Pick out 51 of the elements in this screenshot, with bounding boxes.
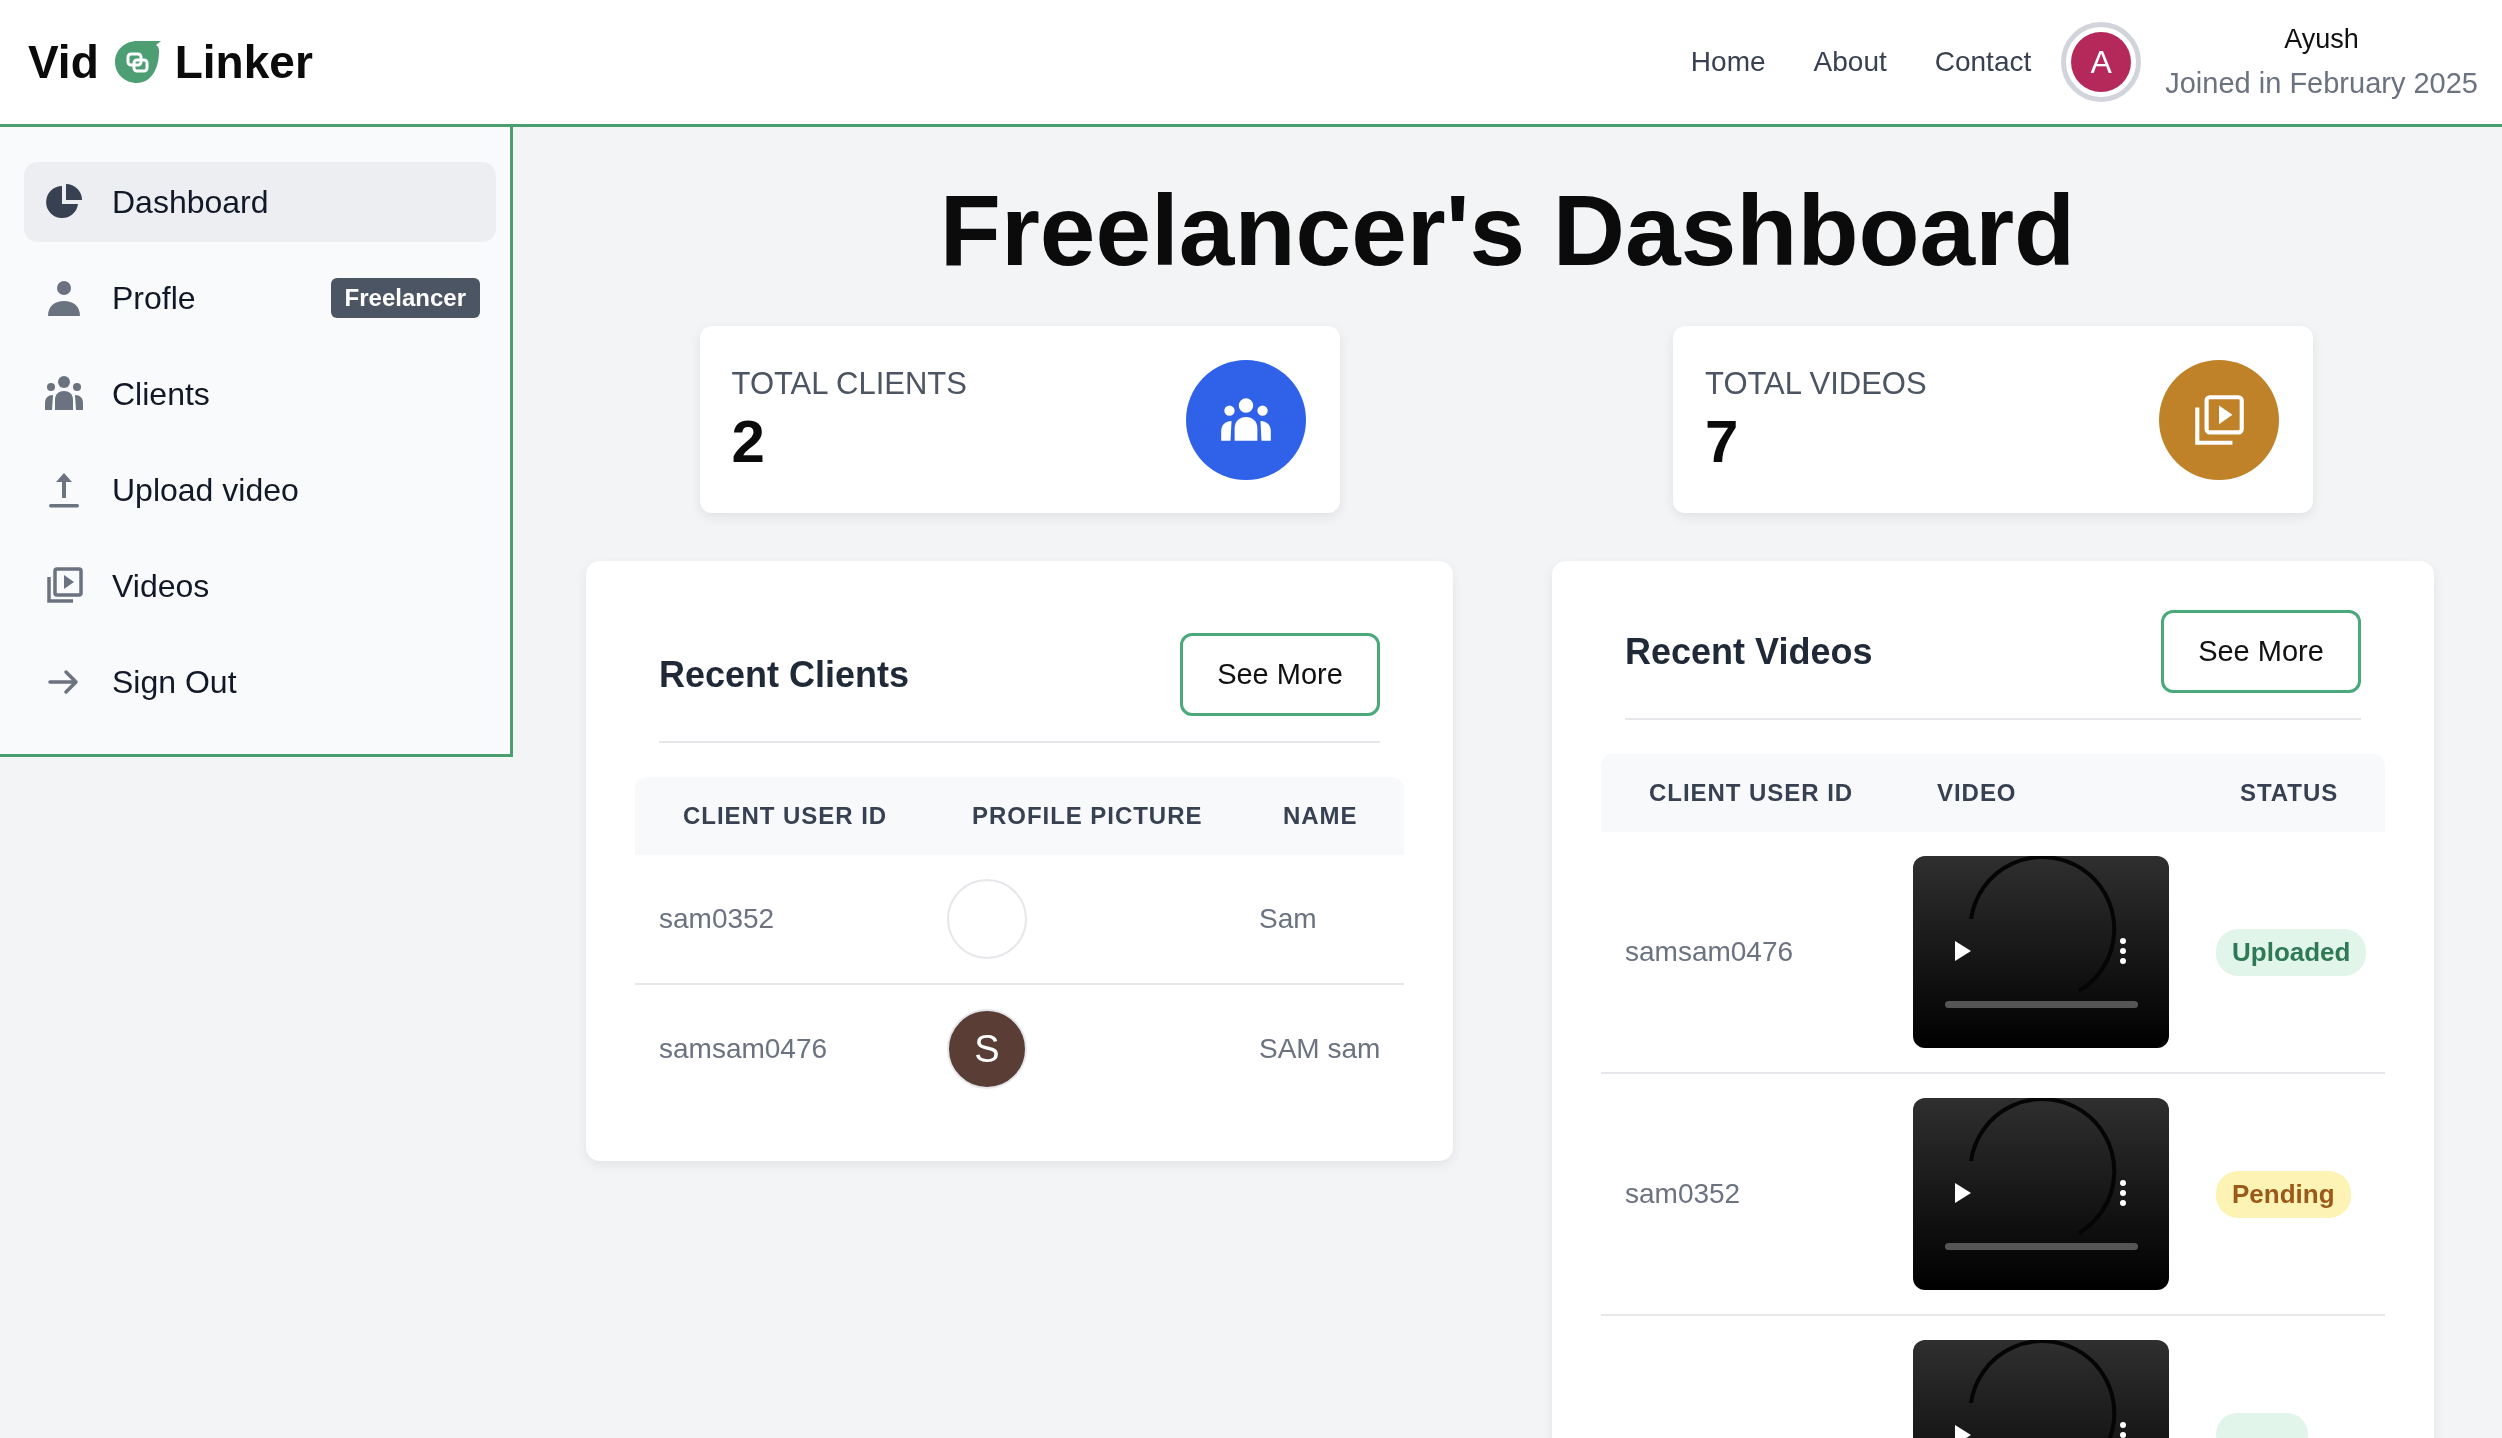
loading-spinner-icon bbox=[1969, 1340, 2117, 1438]
table-cell-text: samsam0476 bbox=[1624, 936, 1795, 968]
loading-spinner-icon bbox=[1969, 856, 2117, 993]
nav-link[interactable]: Contact bbox=[1934, 46, 2032, 78]
stat-label: TOTAL VIDEOS bbox=[1705, 365, 1928, 402]
card-title: Recent Videos bbox=[1625, 630, 1873, 673]
stat-value: 7 bbox=[1705, 409, 1740, 474]
joined-date: Joined in February 2025 bbox=[2165, 67, 2478, 100]
user-avatar[interactable]: A bbox=[2071, 32, 2132, 92]
table-cell-text: sam0352 bbox=[1624, 1178, 1742, 1210]
column-header: STATUS bbox=[2239, 779, 2340, 807]
card-title: Recent Clients bbox=[659, 653, 910, 696]
loading-spinner-icon bbox=[1969, 1098, 2117, 1235]
table-cell-text: sam0352 bbox=[658, 903, 776, 935]
sidebar-item[interactable]: Upload video bbox=[24, 450, 496, 530]
status-badge: Pending bbox=[2216, 1170, 2351, 1218]
see-more-button[interactable]: See More bbox=[2161, 610, 2361, 693]
nav-link[interactable]: About bbox=[1813, 46, 1887, 78]
column-header: CLIENT USER ID bbox=[1648, 779, 1855, 807]
status-badge: Uploaded bbox=[2216, 928, 2367, 976]
column-header: VIDEO bbox=[1936, 779, 2018, 807]
play-button[interactable] bbox=[1955, 941, 1971, 961]
sidebar-item[interactable]: Clients bbox=[24, 354, 496, 434]
play-button[interactable] bbox=[1955, 1183, 1971, 1203]
table-cell-text: Sam bbox=[1258, 903, 1318, 935]
table-cell-text: SAM sam bbox=[1258, 1033, 1382, 1065]
sidebar-item[interactable]: Videos bbox=[24, 546, 496, 626]
stat-value: 2 bbox=[731, 409, 766, 474]
seek-bar-track[interactable] bbox=[1945, 1243, 2138, 1250]
user-name: Ayush bbox=[2284, 24, 2359, 55]
sidebar-item[interactable]: Profle Freelancer bbox=[24, 258, 496, 338]
more-icon[interactable] bbox=[2120, 938, 2126, 964]
role-badge: Freelancer bbox=[330, 278, 480, 318]
column-header: NAME bbox=[1282, 802, 1359, 830]
profile-picture: S bbox=[947, 1009, 1027, 1089]
more-icon[interactable] bbox=[2120, 1180, 2126, 1206]
sidebar-item[interactable]: Sign Out bbox=[24, 642, 496, 722]
play-button[interactable] bbox=[1955, 1425, 1971, 1438]
brand-name: Linker bbox=[174, 35, 313, 89]
table-cell-text: samsam0476 bbox=[658, 1033, 829, 1065]
stat-label: TOTAL CLIENTS bbox=[731, 365, 968, 402]
column-header: PROFILE PICTURE bbox=[971, 802, 1204, 830]
see-more-button[interactable]: See More bbox=[1180, 633, 1380, 716]
sidebar-item[interactable]: Dashboard bbox=[24, 162, 496, 242]
nav-link[interactable]: Home bbox=[1690, 46, 1766, 78]
seek-bar-track[interactable] bbox=[1945, 1001, 2138, 1008]
brand-name: Vid bbox=[28, 35, 99, 89]
more-icon[interactable] bbox=[2120, 1422, 2126, 1438]
video-library-icon bbox=[44, 566, 84, 606]
column-header: CLIENT USER ID bbox=[682, 802, 889, 830]
page-title: Freelancer's Dashboard bbox=[938, 173, 2077, 288]
